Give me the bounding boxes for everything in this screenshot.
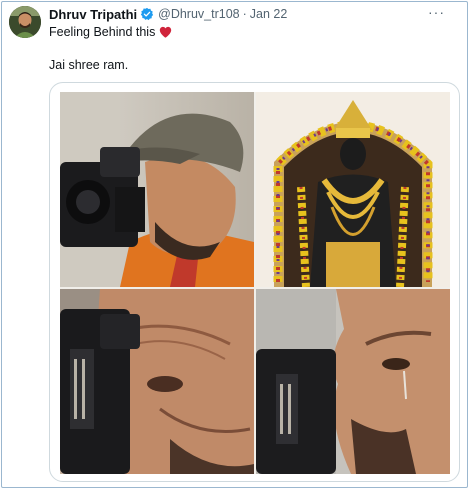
tweet-text-line-1: Feeling Behind this [49, 25, 172, 39]
collage-photo-profile-tear [256, 289, 450, 474]
author-handle[interactable]: @Dhruv_tr108 [158, 7, 239, 21]
more-options-icon[interactable]: ··· [428, 5, 445, 19]
post-date[interactable]: Jan 22 [250, 7, 288, 21]
author-name[interactable]: Dhruv Tripathi [49, 7, 137, 22]
collage-photo-deity-idol [256, 92, 450, 287]
separator-dot: · [242, 7, 247, 21]
heart-icon [159, 26, 172, 38]
verified-badge-icon [140, 7, 154, 21]
tweet-media-image[interactable] [49, 82, 460, 482]
avatar[interactable] [9, 6, 41, 38]
collage-photo-closeup-camera [60, 289, 254, 474]
photo-collage [60, 92, 450, 474]
tweet-card: Dhruv Tripathi @Dhruv_tr108 · Jan 22 ···… [1, 1, 468, 488]
tweet-text-line-2: Jai shree ram. [49, 58, 129, 72]
tweet-text: Feeling Behind this [49, 25, 156, 39]
collage-photo-photographer-cap [60, 92, 254, 287]
avatar-image [9, 6, 41, 38]
tweet-header: Dhruv Tripathi @Dhruv_tr108 · Jan 22 [49, 6, 287, 22]
